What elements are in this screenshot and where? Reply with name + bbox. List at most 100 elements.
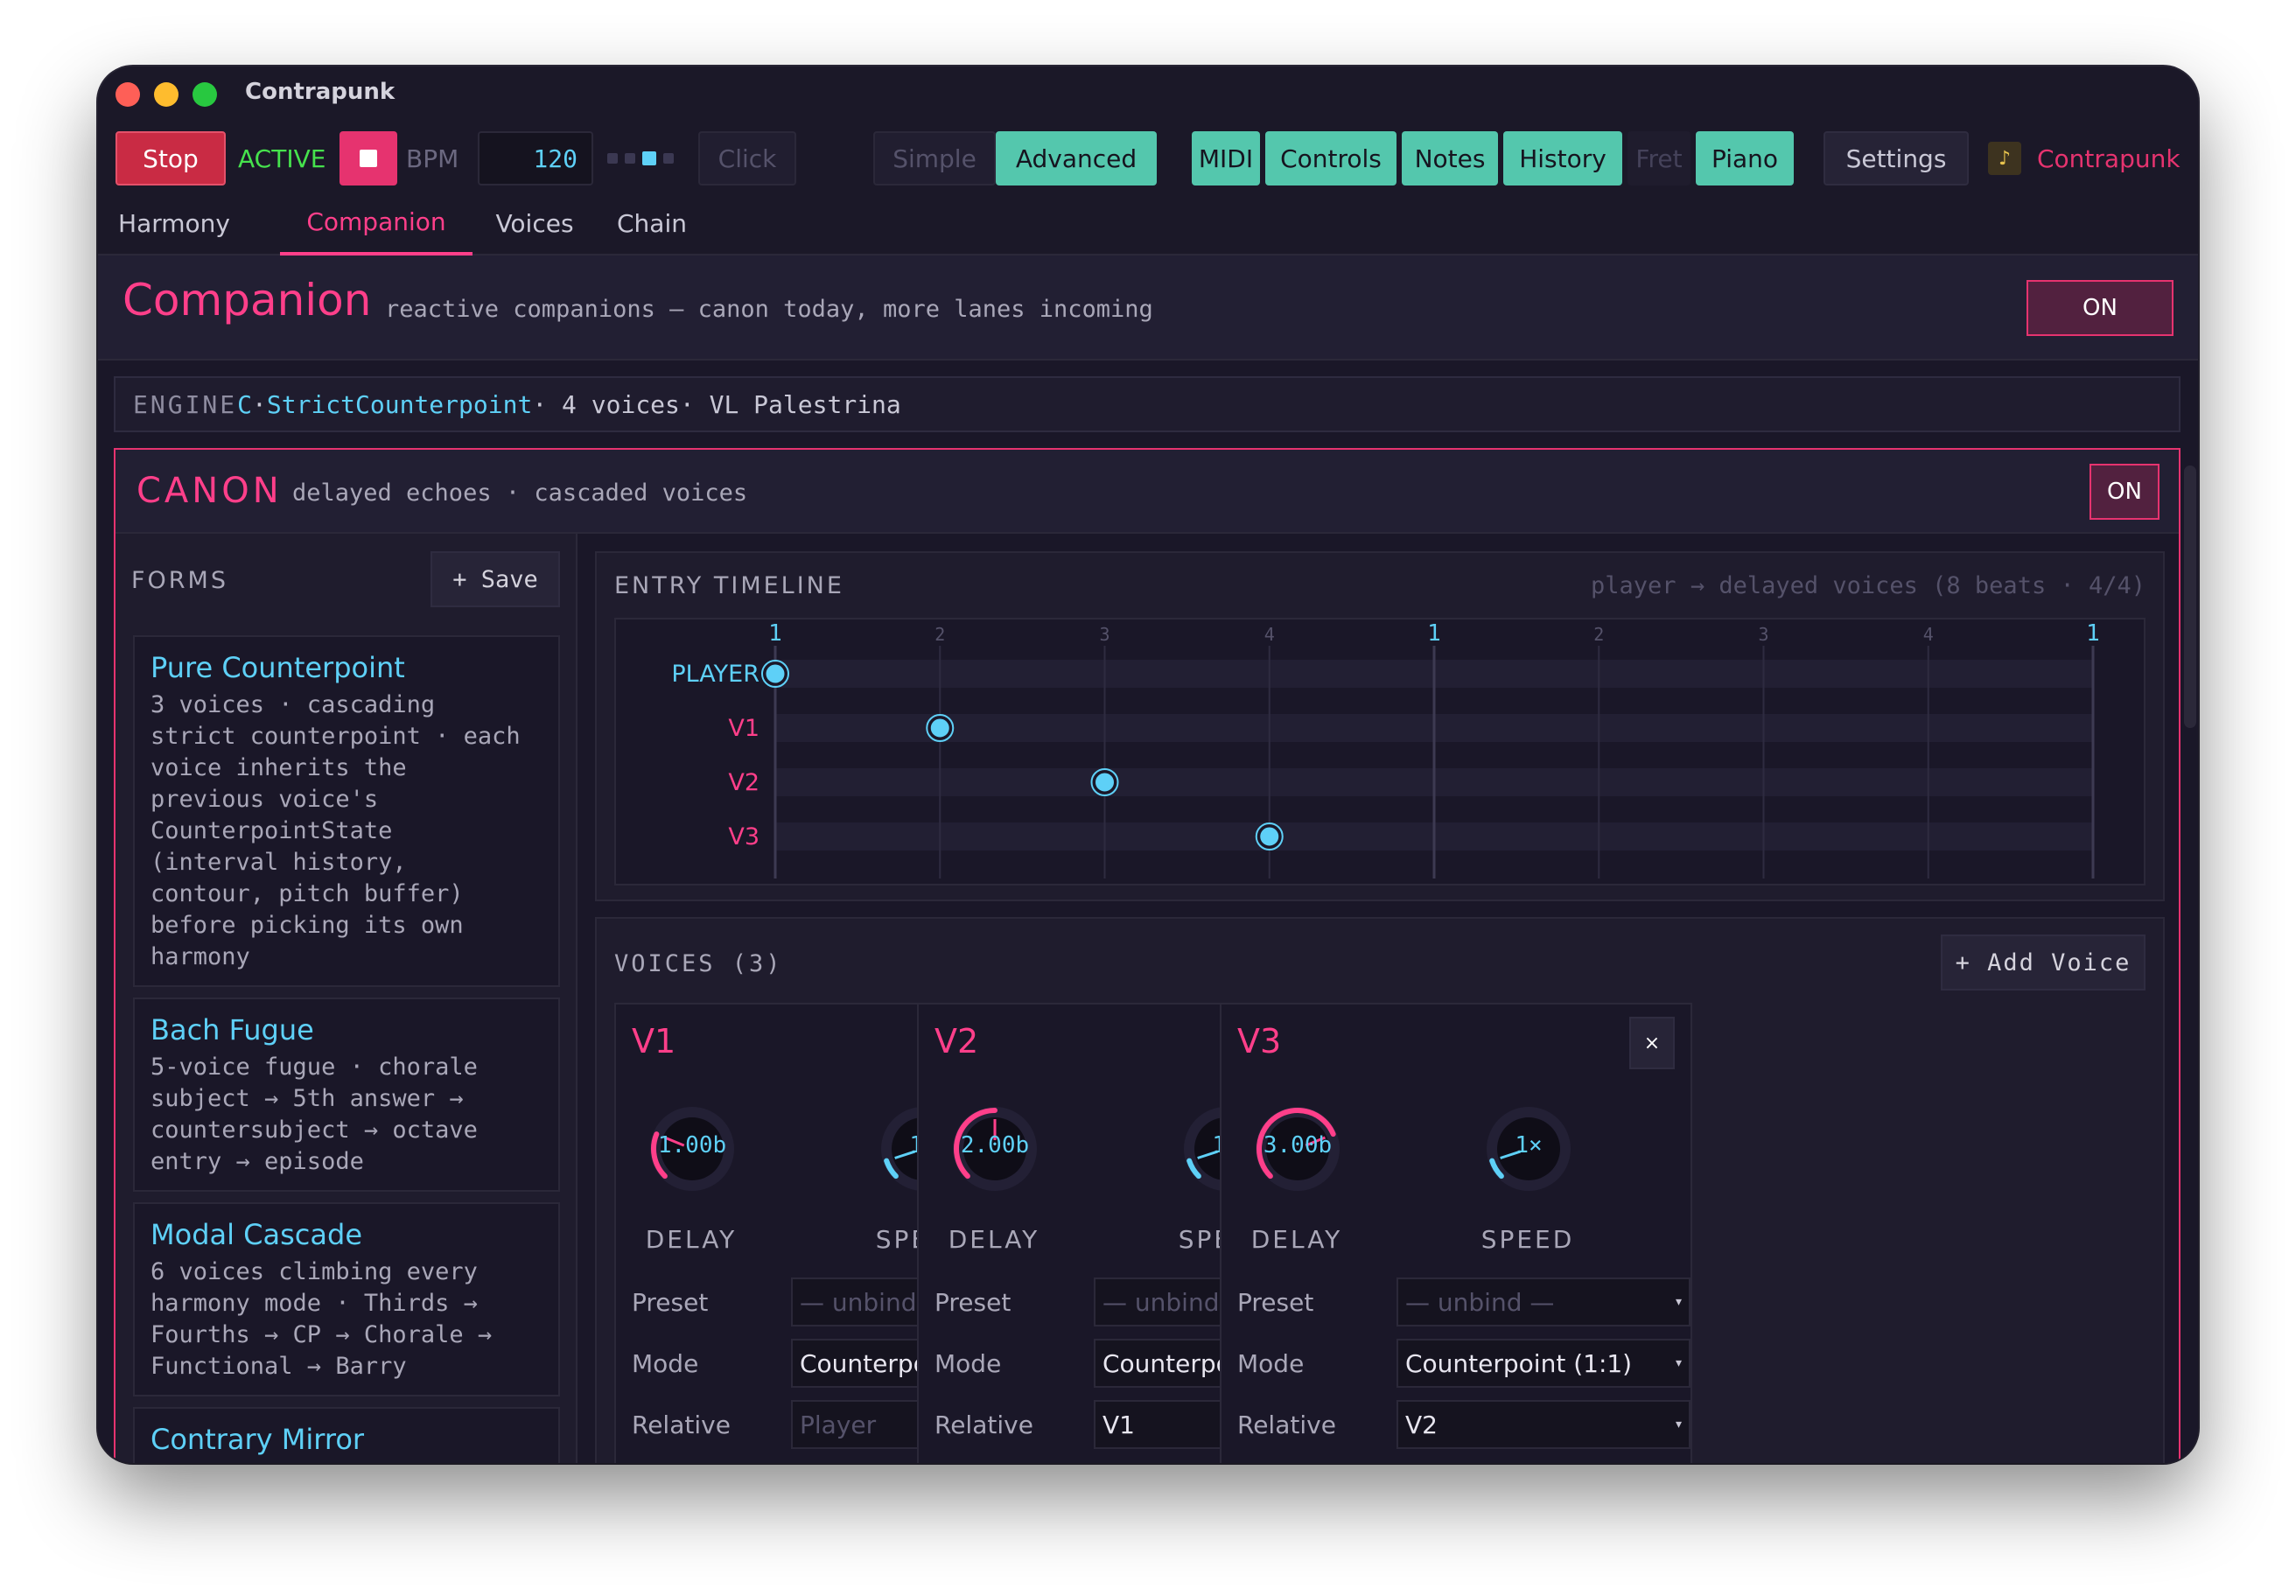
active-status: ACTIVE [238,144,326,173]
page-subtitle: reactive companions — canon today, more … [385,296,1153,323]
form-card-pure-counterpoint[interactable]: Pure Counterpoint 3 voices · cascading s… [133,635,560,987]
minimize-window-button[interactable] [154,82,178,107]
delay-knob[interactable]: 1.00b [644,1101,740,1197]
relative-select[interactable]: V2 ▾ [1396,1400,1690,1449]
tab-voices[interactable]: Voices [474,191,595,256]
preset-label: Preset [934,1288,1012,1317]
voice-name: V2 [934,1022,979,1060]
stop-button[interactable]: Stop [116,131,226,186]
zoom-window-button[interactable] [192,82,217,107]
speed-knob[interactable]: 1× [1480,1101,1577,1197]
canon-header: CANON delayed echoes · cascaded voices O… [116,450,2179,534]
bpm-label: BPM [406,144,459,173]
remove-voice-button[interactable]: × [1629,1017,1675,1069]
delay-label: DELAY [948,1225,1040,1254]
stop-square-icon [360,150,377,167]
settings-button[interactable]: Settings [1824,131,1969,186]
chevron-down-icon: ▾ [1675,1356,1682,1370]
forms-title: FORMS [131,567,228,594]
beat-label: 2 [1593,624,1604,645]
engine-name: StrictCounterpoint [266,389,533,419]
beat-label: 3 [1099,624,1110,645]
preset-select[interactable]: — unbind — ▾ [1396,1278,1690,1326]
form-name: Bach Fugue [150,1013,314,1046]
tab-chain[interactable]: Chain [597,191,707,256]
mode-select[interactable]: Counterpoint (1:1) ▾ [1396,1339,1690,1388]
save-form-button[interactable]: + Save [430,551,560,607]
voices-section: VOICES (3) + Add Voice V1 × 1.00b 1× DEL… [595,917,2165,1463]
chevron-down-icon: ▾ [1675,1418,1682,1432]
lane-label: V3 [728,823,760,850]
app-window: Contrapunk Stop ACTIVE BPM 120 Click Sim… [98,66,2198,1463]
relative-label: Relative [934,1410,1033,1439]
mode-label: Mode [1237,1349,1305,1378]
beat-dot [625,153,635,164]
canon-subtitle: delayed echoes · cascaded voices [292,480,748,507]
speed-label: SPEED [1480,1225,1575,1254]
window-title: Contrapunk [245,79,396,105]
stop-record-button[interactable] [340,131,397,186]
entry-marker [763,662,788,686]
advanced-mode-button[interactable]: Advanced [996,131,1157,186]
delay-knob[interactable]: 2.00b [947,1101,1043,1197]
delay-value: 1.00b [657,1132,727,1158]
fret-panel-toggle[interactable]: Fret [1628,131,1690,186]
engine-label: ENGINE [133,389,238,419]
close-window-button[interactable] [116,82,140,107]
delay-knob[interactable]: 3.00b [1250,1101,1346,1197]
mode-label: Mode [934,1349,1002,1378]
form-card-modal-cascade[interactable]: Modal Cascade 6 voices climbing every ha… [133,1202,560,1396]
beat-label: 4 [1264,624,1275,645]
entry-timeline: ENTRY TIMELINE player → delayed voices (… [595,551,2165,901]
relative-value: V2 [1405,1410,1438,1439]
form-name: Pure Counterpoint [150,651,405,684]
tab-harmony[interactable]: Harmony [110,191,238,256]
simple-mode-button[interactable]: Simple [873,131,996,186]
engine-details: · 4 voices· VL Palestrina [532,389,901,419]
entry-marker [1093,770,1116,794]
form-card-contrary-mirror[interactable]: Contrary Mirror [133,1407,560,1463]
bpm-input[interactable]: 120 [478,131,593,186]
voices-title: VOICES (3) [614,950,783,977]
chevron-down-icon: ▾ [1675,1295,1682,1309]
scrollbar[interactable] [2184,466,2196,728]
form-description: 5-voice fugue · chorale subject → 5th an… [150,1054,478,1175]
beat-label: 2 [934,624,945,645]
delay-value: 3.00b [1263,1132,1333,1158]
lane-label: V2 [728,769,760,796]
controls-panel-toggle[interactable]: Controls [1265,131,1396,186]
beat-dot [663,153,674,164]
tab-companion[interactable]: Companion [280,191,472,256]
entry-marker [928,716,952,740]
notes-panel-toggle[interactable]: Notes [1402,131,1498,186]
mode-label: Mode [632,1349,699,1378]
form-card-bach-fugue[interactable]: Bach Fugue 5-voice fugue · chorale subje… [133,998,560,1192]
entry-marker [1257,824,1282,849]
beat-dot [607,153,618,164]
engine-info-bar: ENGINE C · StrictCounterpoint · 4 voices… [114,376,2180,432]
delay-label: DELAY [645,1225,738,1254]
speed-value: 1× [1515,1132,1543,1158]
timeline-grid: 1 2 3 4 1 2 3 4 1 PLAYER V1 V2 V3 [614,618,2146,886]
delay-label: DELAY [1250,1225,1343,1254]
mode-value: Counterpoint (1:1) [1405,1348,1633,1378]
add-voice-button[interactable]: + Add Voice [1941,934,2146,990]
page-title: Companion [122,275,372,326]
timeline-subtitle: player → delayed voices (8 beats · 4/4) [1591,572,2146,599]
history-panel-toggle[interactable]: History [1503,131,1622,186]
brand-logo-icon: ♪ [1988,142,2021,175]
piano-panel-toggle[interactable]: Piano [1696,131,1794,186]
beat-label: 1 [768,620,782,647]
canon-on-toggle[interactable]: ON [2090,464,2160,520]
toolbar: Stop ACTIVE BPM 120 Click Simple Advance… [98,124,2198,191]
voice-name: V1 [632,1022,676,1060]
form-name: Modal Cascade [150,1218,362,1251]
voice-card: V3 × 3.00b 1× DELAY SPEED Preset — unbin… [1220,1003,1692,1463]
brand-name[interactable]: Contrapunk [2037,131,2186,186]
midi-panel-toggle[interactable]: MIDI [1192,131,1260,186]
beat-label: 1 [1427,620,1441,647]
click-toggle[interactable]: Click [698,131,796,186]
canon-title: CANON [136,471,283,511]
voice-name: V3 [1237,1022,1282,1060]
companion-on-toggle[interactable]: ON [2026,280,2174,336]
